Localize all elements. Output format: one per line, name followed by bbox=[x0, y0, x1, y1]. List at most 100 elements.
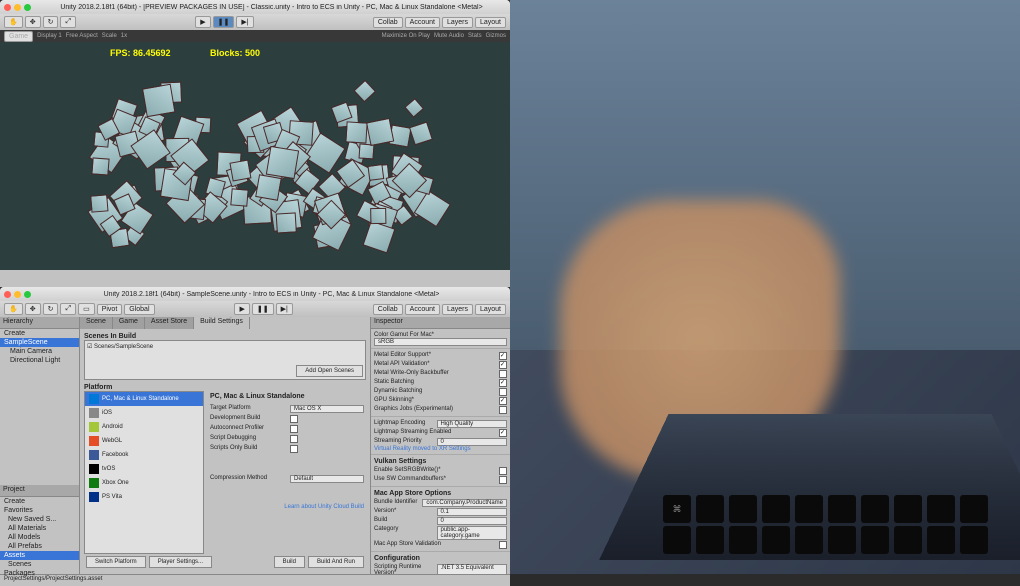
lightmap-stream-checkbox[interactable] bbox=[499, 429, 507, 437]
project-item[interactable]: New Saved S... bbox=[0, 515, 79, 524]
script-debug-checkbox[interactable] bbox=[290, 435, 298, 443]
maximize-toggle[interactable]: Maximize On Play bbox=[382, 33, 430, 39]
step-button[interactable]: ▶| bbox=[276, 303, 293, 315]
project-item[interactable]: All Materials bbox=[0, 524, 79, 533]
sw-cmdbuf-checkbox[interactable] bbox=[499, 476, 507, 484]
layers-dropdown[interactable]: Layers bbox=[442, 304, 473, 315]
platform-ios[interactable]: iOS bbox=[85, 406, 203, 420]
pause-button[interactable]: ❚❚ bbox=[213, 16, 235, 28]
autoconnect-checkbox[interactable] bbox=[290, 425, 298, 433]
hierarchy-item[interactable]: Main Camera bbox=[0, 347, 79, 356]
dev-build-checkbox[interactable] bbox=[290, 415, 298, 423]
display-dropdown[interactable]: Display 1 bbox=[37, 33, 62, 39]
collab-dropdown[interactable]: Collab bbox=[373, 304, 403, 315]
color-gamut-dropdown[interactable]: sRGB bbox=[374, 338, 507, 346]
favorites[interactable]: Favorites bbox=[0, 506, 79, 515]
scene-root[interactable]: SampleScene bbox=[0, 338, 79, 347]
scene-tab[interactable]: Scene bbox=[80, 317, 113, 329]
checkbox[interactable] bbox=[499, 361, 507, 369]
assetstore-tab[interactable]: Asset Store bbox=[145, 317, 194, 329]
layout-dropdown[interactable]: Layout bbox=[475, 17, 506, 28]
build-and-run-button[interactable]: Build And Run bbox=[308, 556, 364, 568]
move-tool[interactable]: ✥ bbox=[25, 16, 41, 28]
rect-tool[interactable]: ▭ bbox=[78, 303, 95, 315]
gizmos-toggle[interactable]: Gizmos bbox=[486, 33, 506, 39]
inspector-tab[interactable]: Inspector bbox=[371, 317, 510, 329]
create-dropdown[interactable]: Create bbox=[0, 497, 79, 506]
cloud-build-link[interactable]: Learn about Unity Cloud Build bbox=[210, 504, 364, 510]
game-tab[interactable]: Game bbox=[113, 317, 145, 329]
scale-tool[interactable]: ⤢ bbox=[60, 303, 76, 315]
close-icon[interactable] bbox=[4, 4, 11, 11]
hierarchy-tab[interactable]: Hierarchy bbox=[0, 317, 79, 329]
close-icon[interactable] bbox=[4, 291, 11, 298]
scripts-only-checkbox[interactable] bbox=[290, 445, 298, 453]
global-toggle[interactable]: Global bbox=[124, 304, 154, 315]
window1-titlebar[interactable]: Unity 2018.2.18f1 (64bit) - [PREVIEW PAC… bbox=[0, 0, 510, 14]
layers-dropdown[interactable]: Layers bbox=[442, 17, 473, 28]
account-dropdown[interactable]: Account bbox=[405, 17, 440, 28]
project-tab[interactable]: Project bbox=[0, 485, 79, 497]
platform-psvita[interactable]: PS Vita bbox=[85, 490, 203, 504]
platform-android[interactable]: Android bbox=[85, 420, 203, 434]
checkbox[interactable] bbox=[499, 370, 507, 378]
category-field[interactable]: public.app-category.game bbox=[437, 526, 508, 540]
compression-dropdown[interactable]: Default bbox=[290, 475, 364, 483]
scene-entry[interactable]: ☑ Scenes/SampleScene bbox=[87, 343, 363, 350]
stats-toggle[interactable]: Stats bbox=[468, 33, 482, 39]
hand-tool[interactable]: ✋ bbox=[4, 16, 23, 28]
game-tab[interactable]: Game bbox=[4, 31, 33, 42]
player-settings-button[interactable]: Player Settings... bbox=[149, 556, 212, 568]
collab-dropdown[interactable]: Collab bbox=[373, 17, 403, 28]
platform-pc[interactable]: PC, Mac & Linux Standalone bbox=[85, 392, 203, 406]
version-field[interactable]: 0.1 bbox=[437, 508, 508, 516]
layout-dropdown[interactable]: Layout bbox=[475, 304, 506, 315]
vr-settings-link[interactable]: Virtual Reality moved to XR Settings bbox=[374, 446, 507, 452]
scale-value[interactable]: 1x bbox=[121, 33, 127, 39]
maximize-icon[interactable] bbox=[24, 291, 31, 298]
buildsettings-tab[interactable]: Build Settings bbox=[194, 317, 250, 329]
pivot-toggle[interactable]: Pivot bbox=[97, 304, 123, 315]
window2-titlebar[interactable]: Unity 2018.2.18f1 (64bit) - SampleScene.… bbox=[0, 287, 510, 301]
minimize-icon[interactable] bbox=[14, 291, 21, 298]
bundle-id-field[interactable]: com.Company.ProductName bbox=[422, 499, 507, 507]
project-item[interactable]: All Models bbox=[0, 533, 79, 542]
runtime-version-dropdown[interactable]: .NET 3.5 Equivalent bbox=[437, 564, 508, 575]
pause-button[interactable]: ❚❚ bbox=[252, 303, 274, 315]
hand-tool[interactable]: ✋ bbox=[4, 303, 23, 315]
target-platform-dropdown[interactable]: Mac OS X bbox=[290, 405, 364, 413]
step-button[interactable]: ▶| bbox=[236, 16, 253, 28]
stream-priority-field[interactable]: 0 bbox=[437, 438, 508, 446]
scale-tool[interactable]: ⤢ bbox=[60, 16, 76, 28]
assets-folder[interactable]: Assets bbox=[0, 551, 79, 560]
hierarchy-item[interactable]: Directional Light bbox=[0, 356, 79, 365]
maximize-icon[interactable] bbox=[24, 4, 31, 11]
aspect-dropdown[interactable]: Free Aspect bbox=[66, 33, 98, 39]
scenes-folder[interactable]: Scenes bbox=[0, 560, 79, 569]
lightmap-enc-dropdown[interactable]: High Quality bbox=[437, 420, 508, 428]
platform-facebook[interactable]: Facebook bbox=[85, 448, 203, 462]
checkbox[interactable] bbox=[499, 352, 507, 360]
move-tool[interactable]: ✥ bbox=[25, 303, 41, 315]
checkbox[interactable] bbox=[499, 406, 507, 414]
create-dropdown[interactable]: Create bbox=[0, 329, 79, 338]
project-item[interactable]: All Prefabs bbox=[0, 542, 79, 551]
add-open-scenes-button[interactable]: Add Open Scenes bbox=[296, 365, 363, 377]
platform-tvos[interactable]: tvOS bbox=[85, 462, 203, 476]
checkbox[interactable] bbox=[499, 388, 507, 396]
play-button[interactable]: ▶ bbox=[195, 16, 210, 28]
minimize-icon[interactable] bbox=[14, 4, 21, 11]
checkbox[interactable] bbox=[499, 379, 507, 387]
platform-xbox[interactable]: Xbox One bbox=[85, 476, 203, 490]
rotate-tool[interactable]: ↻ bbox=[43, 303, 59, 315]
account-dropdown[interactable]: Account bbox=[405, 304, 440, 315]
validation-checkbox[interactable] bbox=[499, 541, 507, 549]
mute-toggle[interactable]: Mute Audio bbox=[434, 33, 464, 39]
build-button[interactable]: Build bbox=[274, 556, 305, 568]
switch-platform-button[interactable]: Switch Platform bbox=[86, 556, 146, 568]
checkbox[interactable] bbox=[499, 397, 507, 405]
build-field[interactable]: 0 bbox=[437, 517, 508, 525]
rotate-tool[interactable]: ↻ bbox=[43, 16, 59, 28]
srgb-checkbox[interactable] bbox=[499, 467, 507, 475]
play-button[interactable]: ▶ bbox=[234, 303, 249, 315]
